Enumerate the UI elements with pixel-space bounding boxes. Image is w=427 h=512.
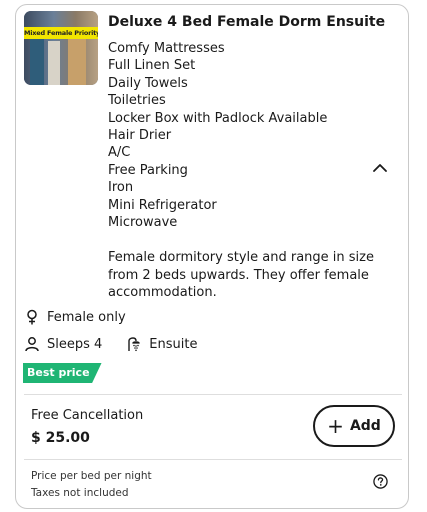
photo-bunk-left [30, 35, 44, 85]
shower-icon [128, 337, 140, 352]
photo-banner: Mixed Female Priority [24, 27, 98, 39]
room-title: Deluxe 4 Bed Female Dorm Ensuite [108, 14, 386, 30]
gender-label: Female only [47, 309, 126, 325]
amenity-item: Comfy Mattresses [108, 41, 225, 56]
tax-note: Taxes not included [31, 487, 129, 499]
amenity-item: Microwave [108, 214, 178, 230]
room-photo[interactable]: Mixed Female Priority [24, 11, 98, 85]
divider [24, 459, 402, 460]
divider [24, 394, 402, 395]
add-button[interactable]: + Add [313, 405, 395, 447]
amenity-item: Free Parking [108, 162, 188, 178]
female-icon [27, 309, 37, 325]
best-price-badge: Best price [23, 363, 102, 383]
question-circle-icon[interactable] [373, 474, 388, 489]
cancellation-label: Free Cancellation [31, 408, 144, 423]
amenity-item: A/C [108, 145, 131, 161]
sleeps-feature: Sleeps 4 Ensuite [24, 336, 197, 352]
room-description: Female dormitory style and range in size… [108, 250, 374, 300]
plus-icon: + [327, 414, 344, 438]
amenity-item: Hair Drier [108, 127, 172, 143]
photo-bunk-middle [48, 41, 60, 85]
price-note: Price per bed per night [31, 470, 152, 482]
price-value: $ 25.00 [31, 430, 90, 446]
person-icon [25, 337, 39, 352]
amenity-item: Iron [108, 180, 134, 196]
gender-feature: Female only [24, 309, 126, 325]
chevron-up-icon[interactable] [373, 163, 387, 173]
amenity-item: Toiletries [108, 93, 166, 109]
amenity-item: Mini Refrigerator [108, 197, 217, 213]
bathroom-label: Ensuite [149, 336, 198, 352]
add-button-label: Add [349, 418, 381, 434]
amenity-item: Locker Box with Padlock Available [108, 110, 328, 126]
amenity-item: Daily Towels [108, 75, 188, 91]
photo-bunk-right [68, 37, 86, 85]
amenity-item: Full Linen Set [108, 58, 196, 74]
sleeps-label: Sleeps 4 [47, 336, 103, 352]
amenities-list: Comfy Mattresses Full Linen Set Daily To… [108, 40, 327, 231]
room-card: Mixed Female Priority Deluxe 4 Bed Femal… [15, 4, 409, 509]
